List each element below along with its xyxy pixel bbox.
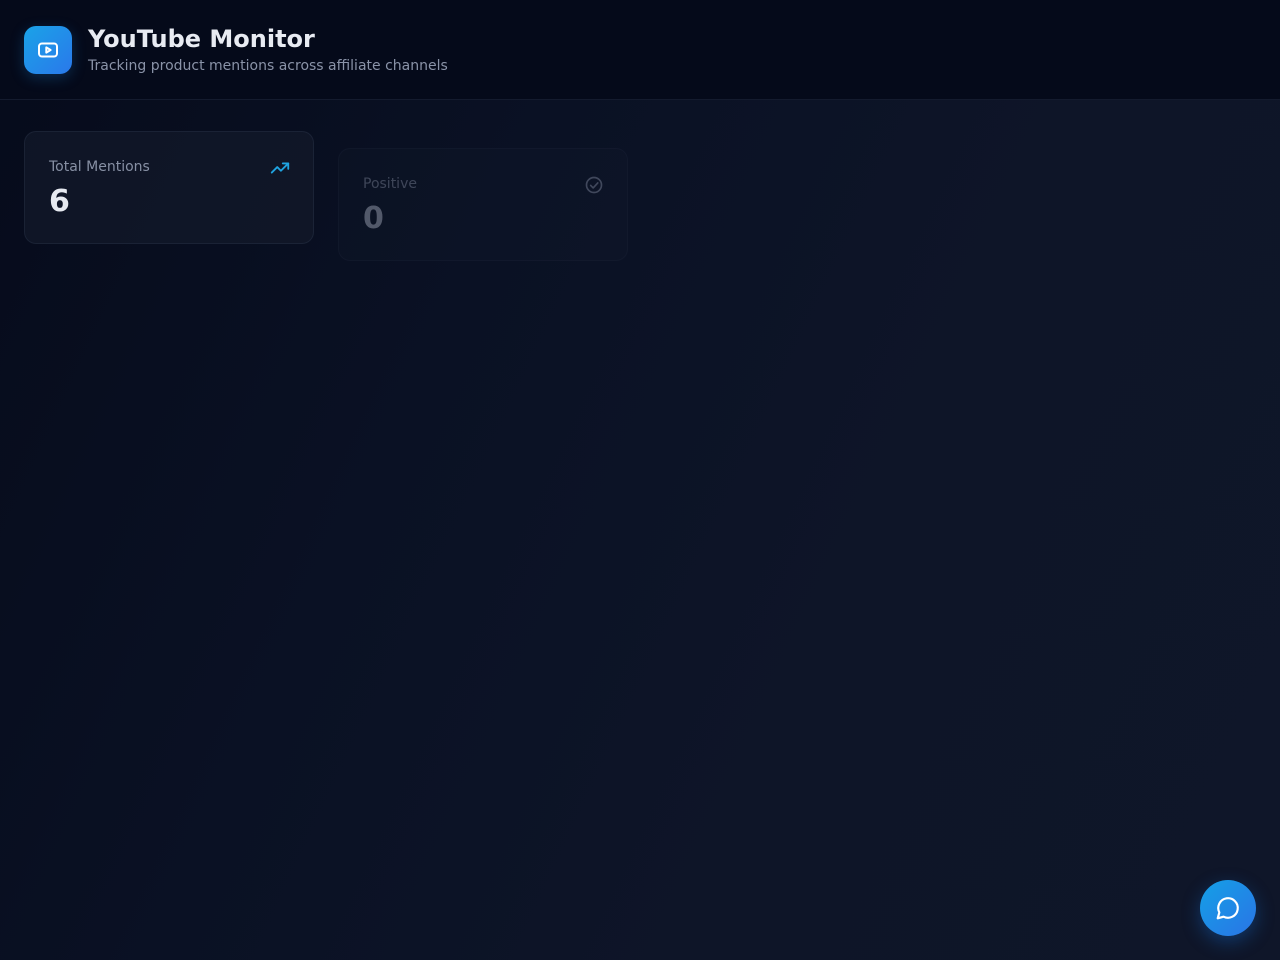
stat-label: Positive xyxy=(363,176,417,192)
app-header: YouTube Monitor Tracking product mention… xyxy=(0,0,1280,100)
chat-button[interactable] xyxy=(1200,880,1256,936)
trending-up-icon xyxy=(269,157,291,179)
stat-card-total-mentions: Total Mentions 6 xyxy=(24,131,314,244)
check-circle-icon xyxy=(583,174,605,196)
youtube-play-icon xyxy=(38,42,58,58)
app-logo xyxy=(24,26,72,74)
page-subtitle: Tracking product mentions across affilia… xyxy=(88,58,448,74)
stat-value: 0 xyxy=(363,201,384,236)
stat-label: Total Mentions xyxy=(49,159,150,175)
stat-card-positive: Positive 0 xyxy=(338,148,628,261)
stat-value: 6 xyxy=(49,184,70,219)
chat-bubble-icon xyxy=(1216,897,1239,920)
page-title: YouTube Monitor xyxy=(88,25,315,53)
